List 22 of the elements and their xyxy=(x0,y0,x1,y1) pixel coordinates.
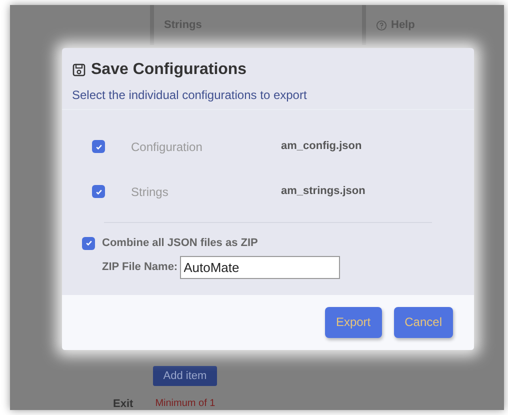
cancel-button[interactable]: Cancel xyxy=(394,306,453,338)
exit-label: Exit xyxy=(113,397,134,410)
validation-note: Minimum of 1 xyxy=(155,397,216,410)
zip-name-label: ZIP File Name: xyxy=(102,260,178,275)
check-icon xyxy=(94,142,102,150)
check-icon xyxy=(94,188,102,196)
help-icon xyxy=(376,20,387,30)
zip-name-field[interactable]: AutoMate xyxy=(180,256,340,278)
save-icon xyxy=(72,63,86,77)
file-name: am_strings.json xyxy=(281,184,366,200)
export-button[interactable]: Export xyxy=(324,306,382,338)
checkbox[interactable] xyxy=(92,185,105,198)
configuration-name: Configuration xyxy=(131,138,204,156)
check-icon xyxy=(84,239,92,248)
file-name: am_config.json xyxy=(281,139,362,154)
dialog-subtitle: Select the individual configurations to export xyxy=(71,87,308,104)
add-item-button[interactable]: Add item xyxy=(153,366,217,386)
configuration-name: Strings xyxy=(131,184,170,200)
combine-label: Combine all JSON files as ZIP xyxy=(102,236,258,251)
checkbox[interactable] xyxy=(82,236,95,250)
checkbox[interactable] xyxy=(92,140,105,153)
dialog-title: Save Configurations xyxy=(91,60,247,80)
